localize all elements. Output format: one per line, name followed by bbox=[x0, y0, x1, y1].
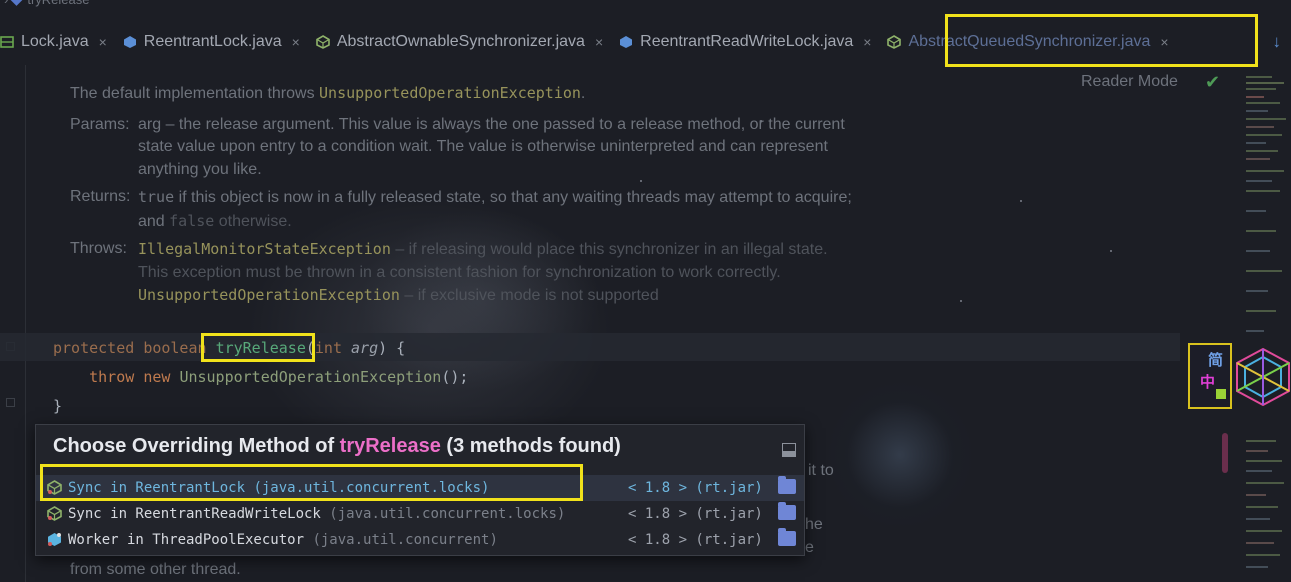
popup-title: Choose Overriding Method of tryRelease (… bbox=[53, 435, 621, 458]
method-location: Sync in ReentrantReadWriteLock (java.uti… bbox=[68, 506, 565, 522]
package-name: (java.util.concurrent) bbox=[304, 532, 498, 548]
check-icon[interactable]: ✔ bbox=[1205, 72, 1220, 93]
keyword: new bbox=[143, 368, 171, 386]
doc-text: . bbox=[580, 85, 586, 102]
tab-label: AbstractOwnableSynchronizer.java bbox=[336, 33, 585, 50]
exception-link[interactable]: IllegalMonitorStateException bbox=[138, 240, 391, 258]
interface-icon bbox=[0, 36, 14, 48]
keyword: throw bbox=[89, 368, 135, 386]
keyword: boolean bbox=[143, 339, 207, 357]
popup-title-count: (3 methods found) bbox=[440, 435, 621, 457]
doc-fragment: from some other thread. bbox=[70, 561, 241, 578]
doc-text: The default implementation throws bbox=[70, 85, 320, 102]
throws-label: Throws: bbox=[70, 240, 127, 257]
library-folder-icon bbox=[778, 528, 796, 546]
tab-label: Lock.java bbox=[21, 33, 89, 50]
ime-chinese-label: 中 bbox=[1200, 373, 1216, 391]
abstract-class-icon bbox=[316, 35, 330, 49]
abstract-class-icon bbox=[47, 506, 62, 521]
scrollbar-thumb[interactable] bbox=[1222, 433, 1228, 473]
library-version: < 1.8 > (rt.jar) bbox=[628, 506, 763, 522]
method-location: Worker in ThreadPoolExecutor (java.util.… bbox=[68, 532, 498, 548]
library-version: < 1.8 > (rt.jar) bbox=[628, 532, 763, 548]
chevron-right-icon: › bbox=[4, 0, 8, 7]
package-name: (java.util.concurrent.locks) bbox=[320, 506, 566, 522]
paren: (); bbox=[441, 368, 469, 386]
brace: ) { bbox=[378, 339, 406, 357]
doc-fragment: it to bbox=[808, 462, 834, 479]
doc-fragment: e bbox=[805, 539, 814, 556]
throws-text: IllegalMonitorStateException – if releas… bbox=[138, 238, 860, 308]
abstract-class-icon bbox=[887, 35, 902, 49]
keyword: protected bbox=[53, 339, 135, 357]
method-icon bbox=[10, 0, 24, 6]
ime-language-widget[interactable]: 简 中 bbox=[1185, 343, 1291, 411]
ime-logo-icon bbox=[1236, 347, 1290, 407]
class-icon bbox=[48, 533, 61, 546]
active-tab-highlight bbox=[945, 14, 1258, 67]
ime-simplified-label: 简 bbox=[1208, 351, 1224, 369]
gutter-divider bbox=[25, 65, 26, 582]
breadcrumb: › tryRelease bbox=[0, 0, 89, 7]
close-icon[interactable]: × bbox=[863, 34, 871, 50]
method-list-item[interactable]: Worker in ThreadPoolExecutor (java.util.… bbox=[36, 527, 804, 553]
parameter: arg bbox=[351, 339, 379, 357]
code-line-throw[interactable]: throw new UnsupportedOperationException(… bbox=[53, 368, 468, 386]
params-label: Params: bbox=[70, 115, 130, 133]
download-arrow-icon[interactable]: ↓ bbox=[1273, 32, 1282, 52]
tab-label: ReentrantLock.java bbox=[143, 33, 282, 50]
javadoc-block: The default implementation throws Unsupp… bbox=[70, 82, 860, 308]
reader-mode-toggle[interactable]: Reader Mode bbox=[1081, 73, 1178, 91]
doc-throws: Throws: IllegalMonitorStateException – i… bbox=[70, 238, 860, 308]
tab-reentrant-lock[interactable]: ReentrantLock.java × bbox=[123, 22, 306, 62]
doc-params: Params: arg – the release argument. This… bbox=[70, 114, 860, 182]
keyword: int bbox=[314, 339, 342, 357]
library-folder-icon bbox=[778, 502, 796, 520]
tab-reentrant-read-write-lock[interactable]: ReentrantReadWriteLock.java × bbox=[619, 22, 877, 62]
returns-text: true if this object is now in a fully re… bbox=[138, 186, 860, 233]
breadcrumb-item[interactable]: tryRelease bbox=[27, 0, 89, 7]
selected-row-highlight bbox=[40, 464, 583, 501]
popup-title-text: Choose Overriding Method of bbox=[53, 435, 340, 457]
method-list-item[interactable]: Sync in ReentrantReadWriteLock (java.uti… bbox=[36, 501, 804, 527]
library-folder-icon bbox=[778, 476, 796, 494]
doc-returns: Returns: true if this object is now in a… bbox=[70, 186, 860, 233]
doc-default-impl: The default implementation throws Unsupp… bbox=[70, 82, 860, 106]
close-icon[interactable]: × bbox=[99, 34, 107, 50]
type-name[interactable]: UnsupportedOperationException bbox=[179, 368, 441, 386]
code-minimap[interactable] bbox=[1240, 70, 1291, 582]
tab-label: ReentrantReadWriteLock.java bbox=[640, 33, 854, 50]
tab-lock[interactable]: Lock.java × bbox=[0, 22, 113, 62]
ime-panel[interactable]: 简 中 bbox=[1188, 343, 1232, 409]
fold-icon[interactable] bbox=[6, 398, 15, 407]
doc-text: – if exclusive mode is not supported bbox=[399, 287, 659, 304]
literal-false: false bbox=[169, 211, 215, 230]
pin-icon[interactable] bbox=[782, 443, 796, 457]
doc-text: otherwise. bbox=[214, 212, 292, 230]
close-icon[interactable]: × bbox=[595, 34, 603, 50]
returns-label: Returns: bbox=[70, 188, 131, 205]
exception-link[interactable]: UnsupportedOperationException bbox=[138, 286, 400, 304]
class-name: Sync in ReentrantReadWriteLock bbox=[68, 506, 321, 522]
code-line-close[interactable]: } bbox=[53, 397, 62, 415]
tab-abstract-ownable-synchronizer[interactable]: AbstractOwnableSynchronizer.java × bbox=[316, 22, 609, 62]
skin-icon bbox=[1216, 389, 1226, 399]
popup-title-method: tryRelease bbox=[339, 435, 441, 457]
class-icon bbox=[123, 36, 136, 48]
params-text: arg – the release argument. This value i… bbox=[138, 115, 845, 178]
class-name: Worker in ThreadPoolExecutor bbox=[68, 532, 305, 548]
close-icon[interactable]: × bbox=[292, 34, 300, 50]
class-icon bbox=[620, 36, 633, 48]
exception-link[interactable]: UnsupportedOperationException bbox=[319, 84, 581, 102]
doc-fragment: he bbox=[805, 516, 823, 533]
method-name-highlight bbox=[201, 333, 315, 362]
library-version: < 1.8 > (rt.jar) bbox=[628, 480, 763, 496]
literal-true: true bbox=[138, 188, 175, 206]
